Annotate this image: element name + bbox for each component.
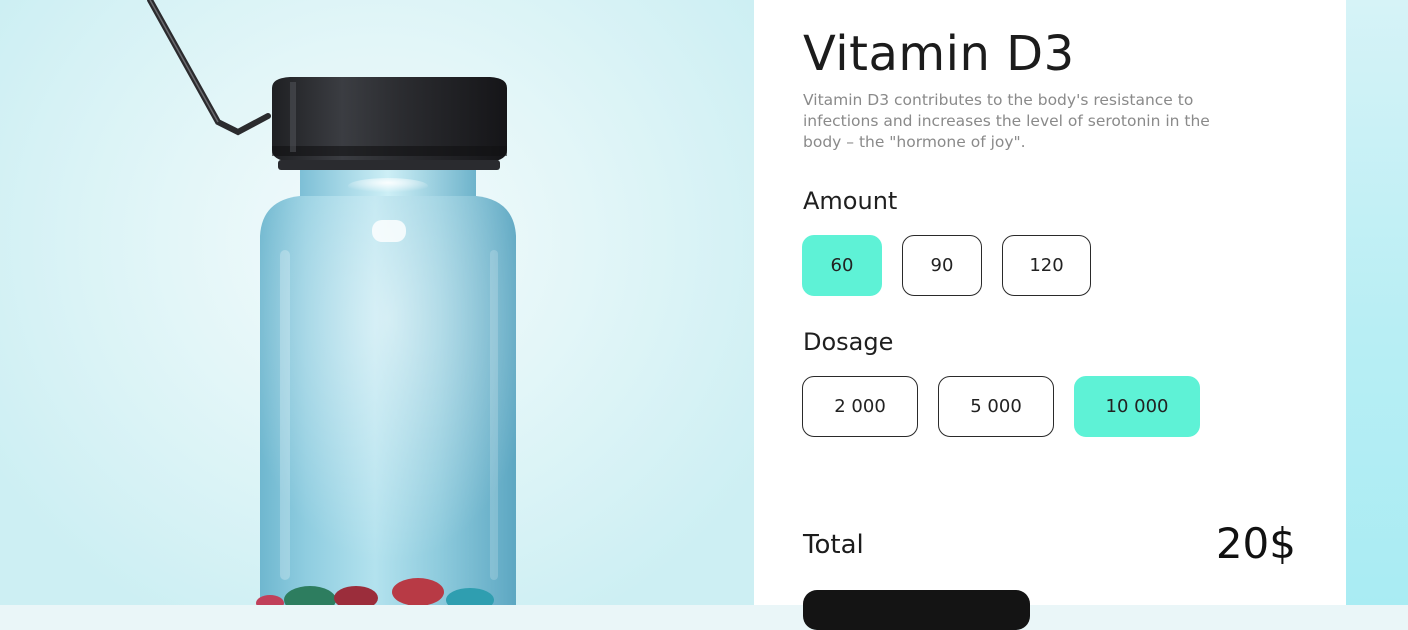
dosage-options: 2 000 5 000 10 000 — [802, 376, 1200, 437]
total-label: Total — [803, 530, 864, 560]
buy-button[interactable] — [803, 590, 1030, 630]
vitamin-bottle-illustration — [147, 0, 516, 605]
amount-option-60[interactable]: 60 — [802, 235, 882, 296]
product-panel: Vitamin D3 Vitamin D3 contributes to the… — [754, 0, 1346, 630]
amount-option-120[interactable]: 120 — [1002, 235, 1091, 296]
total-price: 20$ — [1215, 519, 1296, 568]
amount-options: 60 90 120 — [802, 235, 1091, 296]
dosage-label: Dosage — [803, 328, 894, 356]
product-description: Vitamin D3 contributes to the body's res… — [803, 91, 1210, 151]
product-title: Vitamin D3 — [803, 26, 1075, 82]
dosage-option-2000[interactable]: 2 000 — [802, 376, 918, 437]
amount-option-90[interactable]: 90 — [902, 235, 982, 296]
product-image — [0, 0, 754, 605]
dosage-option-10000[interactable]: 10 000 — [1074, 376, 1200, 437]
background-edge — [1346, 0, 1408, 605]
dosage-option-5000[interactable]: 5 000 — [938, 376, 1054, 437]
amount-label: Amount — [803, 187, 898, 215]
